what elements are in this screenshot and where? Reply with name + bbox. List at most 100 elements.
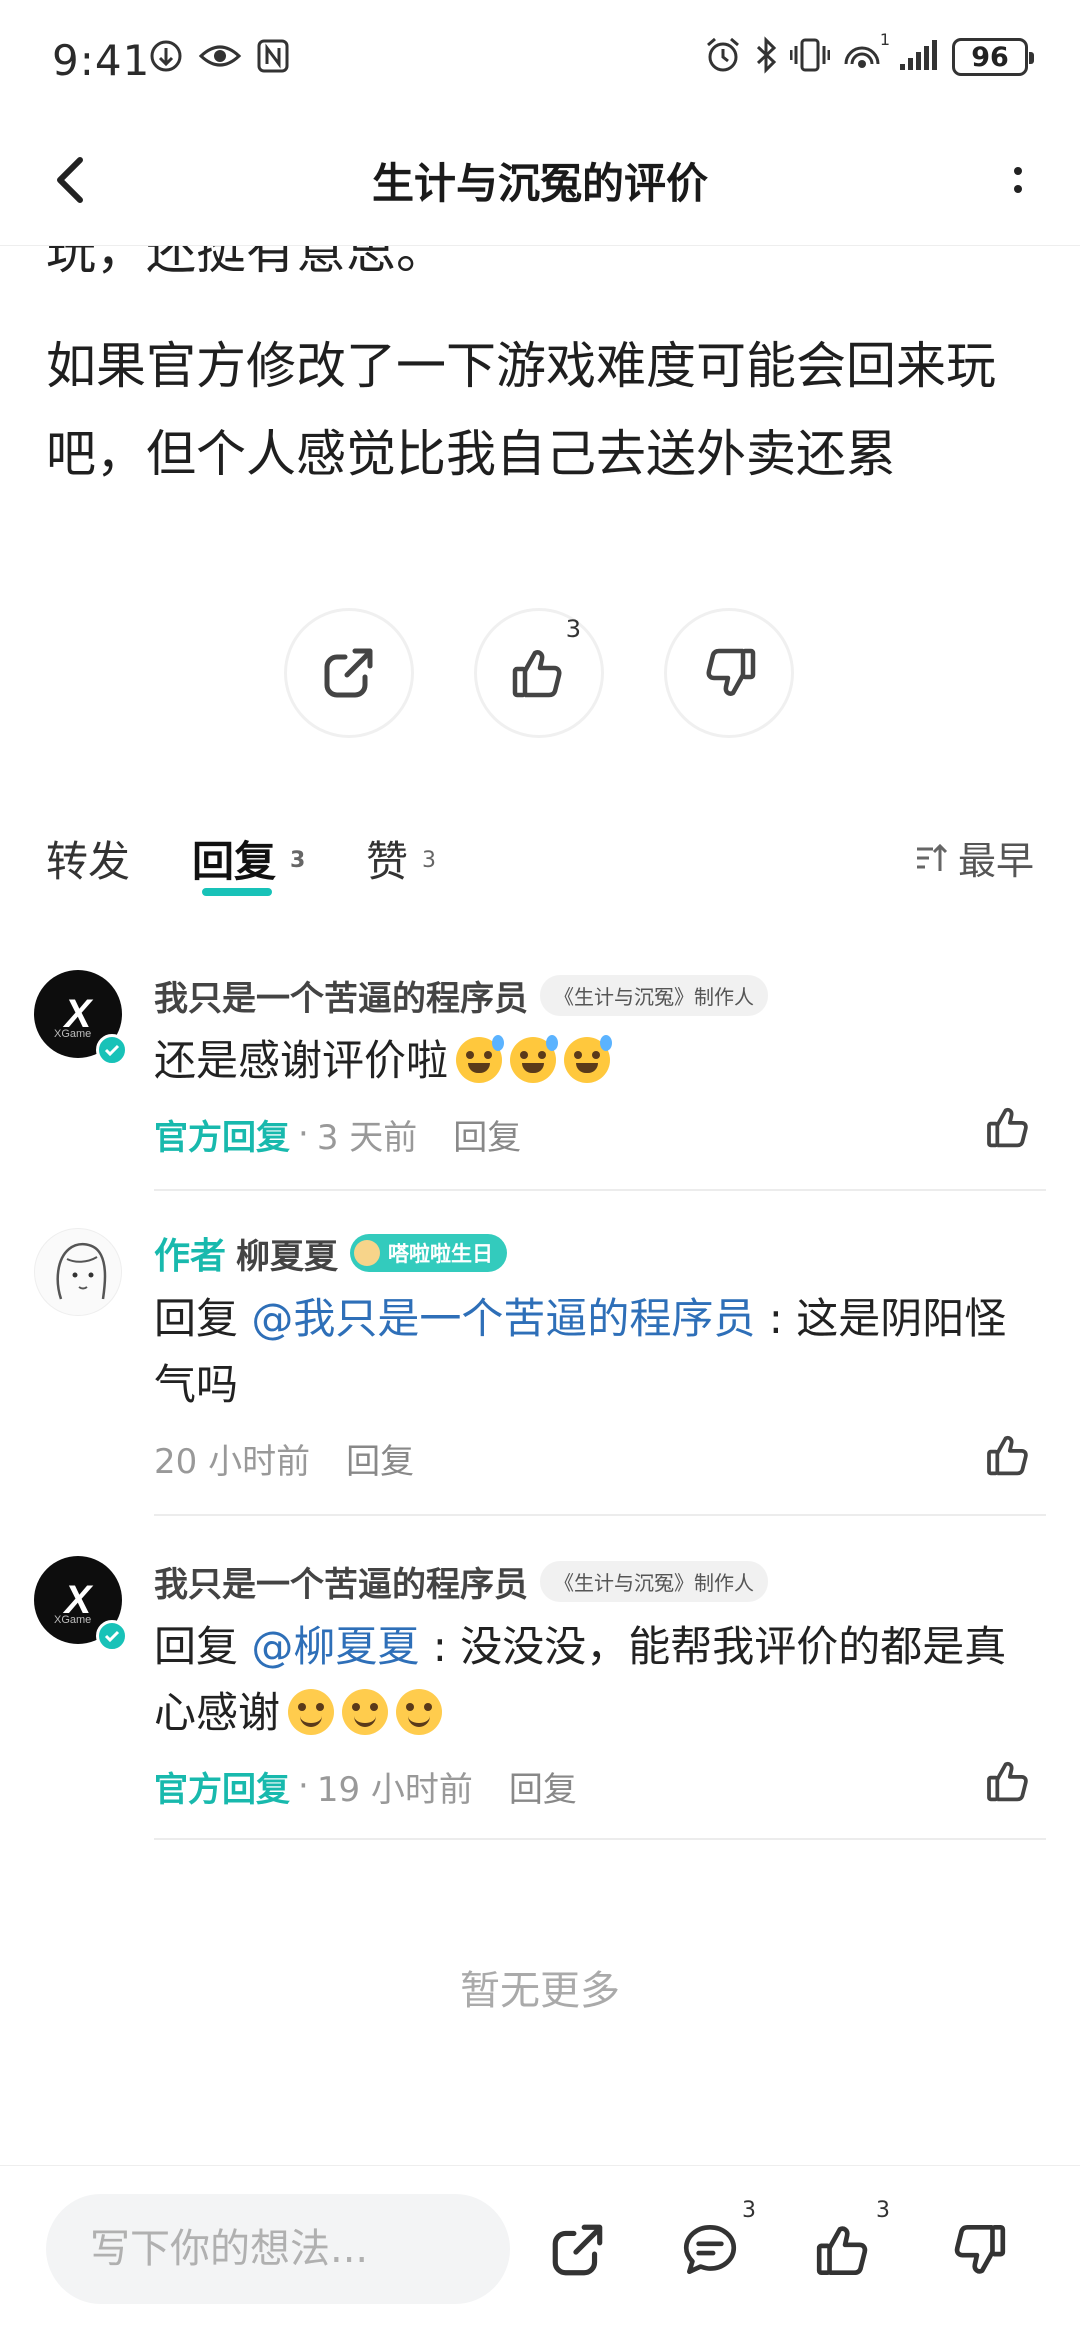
reply-prefix: 回复 [154, 1294, 252, 1343]
official-reply-label: 官方回复 [154, 1769, 290, 1810]
share-button[interactable] [284, 608, 414, 738]
tab-reply-label: 回复 [192, 837, 277, 886]
sort-icon [916, 843, 948, 871]
comment-divider [154, 1514, 1046, 1516]
author-tag: 作者 [154, 1236, 227, 1277]
comment-item: 作者 柳夏夏 嗒啦啦生日 回复 @我只是一个苦逼的程序员 : 这是阴阳怪气吗 2… [34, 1228, 1046, 1518]
reply-button[interactable]: 回复 [453, 1110, 521, 1159]
data-saver-icon [148, 38, 184, 78]
share-icon [552, 2224, 603, 2276]
comment-author-name[interactable]: 柳夏夏 [236, 1229, 338, 1278]
badge-avatar-icon [354, 1240, 381, 1266]
dislike-button[interactable] [664, 608, 794, 738]
tab-repost-label: 转发 [46, 837, 131, 886]
avatar[interactable]: X XGame [34, 970, 128, 1066]
comment-bubble-icon [683, 2224, 737, 2275]
reply-prefix: 回复 [154, 1622, 252, 1671]
thumbs-up-icon [987, 1107, 1028, 1148]
review-text: 如果官方修改了一下游戏难度可能会回来玩吧，但个人感觉比我自己去送外卖还累 [46, 337, 996, 483]
like-count: 3 [876, 2198, 890, 2223]
alarm-icon [704, 36, 742, 78]
comment-item: X XGame 我只是一个苦逼的程序员 《生计与沉冤》制作人 回复 @柳夏夏 :… [34, 1556, 1046, 1846]
producer-badge: 《生计与沉冤》制作人 [540, 974, 768, 1016]
like-button[interactable]: 3 [474, 608, 604, 738]
hotspot-icon: 1 [842, 30, 890, 78]
avatar[interactable] [34, 1228, 122, 1316]
tab-reply[interactable]: 回复 3 [192, 828, 305, 889]
comment-tabs: 转发 回复 3 赞 3 最早 [46, 828, 1034, 908]
comment-meta: 20 小时前 回复 [154, 1428, 1046, 1488]
xgame-logo-text: XGame [54, 1614, 92, 1626]
comment-text: 还是感谢评价啦 [154, 1028, 1046, 1094]
active-tab-indicator [202, 888, 272, 896]
mention-link[interactable]: @我只是一个苦逼的程序员 [251, 1294, 755, 1343]
official-reply-label: 官方回复 [154, 1117, 290, 1158]
thumbs-up-icon [987, 1761, 1028, 1802]
comment-count: 3 [742, 2198, 756, 2223]
comment-like-button[interactable] [984, 1756, 1034, 1810]
tab-like[interactable]: 赞 3 [366, 828, 436, 889]
tab-repost[interactable]: 转发 [46, 828, 130, 889]
verified-badge-icon [96, 1034, 128, 1066]
xgame-logo-text: XGame [54, 1028, 92, 1040]
like-button[interactable]: 3 [806, 2198, 890, 2288]
status-time: 9:41 [52, 36, 151, 85]
comment-time: 19 小时前 [316, 1769, 473, 1810]
more-dot-icon [1014, 185, 1022, 193]
top-app-bar: 生计与沉冤的评价 [0, 120, 1080, 246]
like-count: 3 [565, 615, 581, 643]
page-title: 生计与沉冤的评价 [371, 159, 708, 208]
blush-smile-emoji-icon [288, 1689, 335, 1735]
reply-button[interactable]: 回复 [346, 1434, 414, 1483]
sort-button[interactable]: 最早 [914, 830, 1034, 885]
bluetooth-icon [754, 36, 778, 78]
share-button[interactable] [540, 2212, 616, 2288]
comment-text-body: 还是感谢评价啦 [154, 1036, 449, 1085]
comment-text: 回复 @我只是一个苦逼的程序员 : 这是阴阳怪气吗 [154, 1286, 1046, 1418]
comment-input[interactable] [46, 2194, 510, 2304]
comment-time: 20 小时前 [154, 1441, 311, 1482]
meta-separator: · [298, 1766, 309, 1806]
blush-smile-emoji-icon [396, 1689, 443, 1735]
comment-divider [154, 1189, 1046, 1191]
tab-like-count: 3 [422, 848, 437, 873]
more-dot-icon [1014, 167, 1022, 175]
mention-link[interactable]: @柳夏夏 [251, 1622, 419, 1671]
comment-item: X XGame 我只是一个苦逼的程序员 《生计与沉冤》制作人 还是感谢评价啦 官… [34, 970, 1046, 1190]
reply-button[interactable]: 回复 [509, 1762, 577, 1811]
thumbs-down-icon [706, 648, 756, 696]
tab-reply-count: 3 [290, 848, 306, 873]
avatar[interactable]: X XGame [34, 1556, 128, 1652]
sweat-smile-emoji-icon [510, 1035, 559, 1083]
tab-like-label: 赞 [366, 837, 409, 886]
thumbs-up-icon [987, 1435, 1028, 1476]
comment-divider [154, 1838, 1046, 1840]
bottom-action-bar: 3 3 [0, 2165, 1080, 2331]
comment-text: 回复 @柳夏夏 : 没没没，能帮我评价的都是真心感谢 [154, 1614, 1046, 1746]
dislike-button[interactable] [940, 2212, 1016, 2288]
comment-author-name[interactable]: 我只是一个苦逼的程序员 [154, 1557, 528, 1606]
status-left-icons [148, 38, 290, 78]
battery-icon: 96 [952, 38, 1034, 76]
sweat-smile-emoji-icon [564, 1035, 613, 1083]
comment-author-name[interactable]: 我只是一个苦逼的程序员 [154, 971, 528, 1020]
meta-separator: · [298, 1114, 309, 1154]
verified-badge-icon [96, 1620, 128, 1652]
signal-icon [896, 36, 940, 78]
sketch-avatar-icon [56, 1242, 107, 1300]
comment-like-button[interactable] [984, 1430, 1034, 1484]
comment-like-button[interactable] [984, 1102, 1034, 1156]
status-right-icons: 1 96 [704, 30, 1034, 78]
thumbs-up-icon [816, 2226, 868, 2276]
thumbs-down-icon [954, 2224, 1006, 2274]
comment-button[interactable]: 3 [672, 2198, 756, 2288]
more-options-button[interactable] [992, 152, 1044, 208]
status-bar: 9:41 1 96 [0, 0, 1080, 120]
eye-icon [198, 38, 242, 78]
nfc-icon [256, 38, 290, 78]
blush-smile-emoji-icon [342, 1689, 389, 1735]
birthday-badge: 嗒啦啦生日 [350, 1234, 508, 1272]
comment-time: 3 天前 [316, 1117, 418, 1158]
comment-meta: 官方回复 · 19 小时前 回复 [154, 1756, 1046, 1816]
birthday-badge-label: 嗒啦啦生日 [388, 1242, 494, 1266]
